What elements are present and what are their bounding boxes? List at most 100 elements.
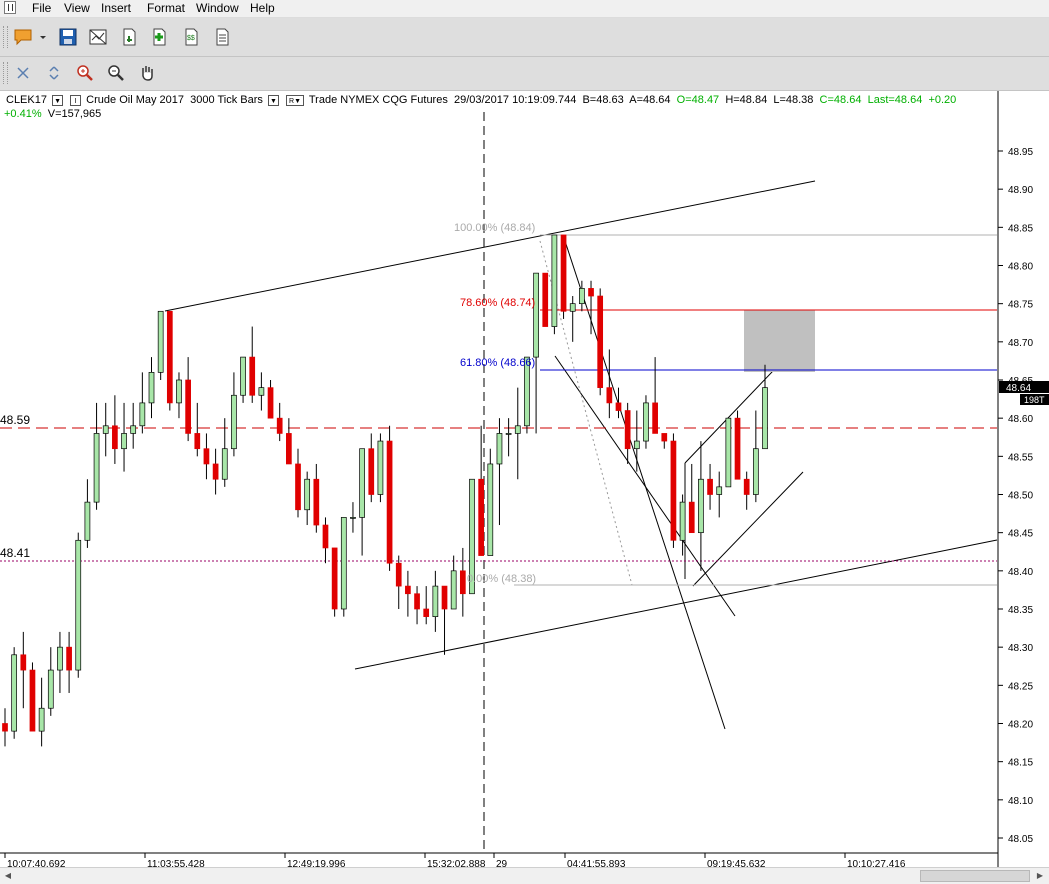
candle[interactable] [313, 463, 320, 533]
candle[interactable] [11, 647, 18, 739]
price-axis[interactable]: 48.9548.9048.8548.8048.7548.7048.6548.60… [998, 147, 1033, 845]
candle[interactable] [331, 547, 338, 617]
candle[interactable] [267, 380, 274, 419]
candle[interactable] [176, 372, 182, 419]
candle[interactable] [597, 288, 604, 396]
candle[interactable] [679, 494, 686, 556]
menu-format[interactable]: Format [147, 1, 185, 15]
menu-insert[interactable]: Insert [101, 1, 131, 15]
candle[interactable] [258, 372, 265, 411]
toolbar-grip[interactable] [3, 62, 8, 84]
app-icon[interactable] [4, 1, 16, 14]
candle[interactable] [38, 677, 45, 747]
candle[interactable] [350, 502, 356, 533]
menu-window[interactable]: Window [196, 1, 239, 15]
candle[interactable] [57, 631, 63, 693]
candle[interactable] [2, 708, 8, 747]
target-zone-box[interactable] [744, 310, 815, 372]
candle[interactable] [166, 310, 173, 411]
candle[interactable] [414, 586, 420, 625]
candle[interactable] [377, 433, 384, 503]
upper-channel-line[interactable] [164, 180, 816, 312]
candle[interactable] [112, 395, 118, 464]
chart-properties-icon[interactable] [87, 26, 109, 48]
save-icon[interactable] [57, 26, 79, 48]
candle[interactable] [249, 326, 256, 403]
candle[interactable] [66, 631, 72, 693]
candle[interactable] [432, 570, 439, 632]
scroll-right-icon[interactable]: ▶ [1034, 870, 1046, 882]
sticky-note-icon[interactable] [12, 26, 34, 48]
candle[interactable] [194, 402, 201, 457]
document-icon[interactable] [211, 26, 233, 48]
toolbar-grip[interactable] [3, 26, 8, 48]
menu-file[interactable]: File [32, 1, 51, 15]
candle[interactable] [84, 479, 91, 548]
candle[interactable] [551, 234, 558, 335]
candle[interactable] [734, 410, 741, 480]
candle[interactable] [542, 272, 549, 327]
candle[interactable] [340, 517, 347, 617]
candle[interactable] [661, 433, 668, 449]
candle[interactable] [743, 471, 750, 510]
candle[interactable] [322, 517, 329, 564]
zoom-in-icon[interactable] [74, 62, 96, 84]
candle[interactable] [569, 296, 576, 342]
candle[interactable] [624, 402, 631, 464]
candle[interactable] [752, 410, 759, 503]
candle[interactable] [203, 433, 210, 480]
candle[interactable] [240, 356, 246, 403]
add-indicator-icon[interactable] [148, 26, 170, 48]
candle[interactable] [698, 441, 704, 571]
candle[interactable] [478, 425, 484, 556]
candle[interactable] [505, 418, 512, 457]
candle[interactable] [386, 425, 393, 571]
menu-help[interactable]: Help [250, 1, 275, 15]
price-chart[interactable]: 100.00% (48.84) 78.60% (48.74) 61.80% (4… [0, 91, 1049, 867]
data-window-icon[interactable]: $$ [180, 26, 202, 48]
scroll-thumb[interactable] [920, 870, 1030, 882]
candle[interactable] [47, 647, 54, 716]
candle[interactable] [423, 586, 430, 625]
candle[interactable] [606, 349, 613, 419]
candle[interactable] [725, 417, 732, 488]
zoom-out-icon[interactable] [105, 62, 127, 84]
candle[interactable] [459, 547, 466, 617]
candle[interactable] [487, 448, 494, 556]
menu-view[interactable]: View [64, 1, 90, 15]
candle[interactable] [276, 402, 283, 442]
candle[interactable] [93, 402, 100, 510]
candle[interactable] [652, 357, 658, 434]
candle[interactable] [212, 448, 219, 495]
candle[interactable] [405, 570, 411, 617]
dropdown-arrow-icon[interactable] [36, 26, 50, 48]
candle[interactable] [579, 280, 585, 312]
hand-icon[interactable] [136, 62, 158, 84]
candle[interactable] [20, 631, 27, 709]
candle[interactable] [496, 418, 503, 526]
candle[interactable] [643, 395, 649, 449]
candle[interactable] [75, 532, 82, 678]
candle[interactable] [157, 310, 164, 380]
candle[interactable] [615, 387, 622, 419]
candle[interactable] [450, 555, 457, 610]
candle[interactable] [633, 410, 640, 472]
candle[interactable] [29, 662, 36, 732]
candle[interactable] [185, 357, 191, 442]
candle[interactable] [130, 402, 137, 449]
candle[interactable] [359, 448, 365, 556]
candle[interactable] [441, 585, 448, 655]
candle[interactable] [707, 463, 713, 510]
candle[interactable] [295, 448, 301, 518]
candle[interactable] [304, 471, 311, 526]
candle[interactable] [688, 463, 695, 534]
candle[interactable] [231, 372, 237, 457]
candle[interactable] [560, 234, 567, 319]
candle[interactable] [121, 402, 127, 472]
candle[interactable] [368, 433, 375, 503]
cursor-icon[interactable] [43, 62, 65, 84]
scroll-left-icon[interactable]: ◀ [2, 870, 14, 882]
candle[interactable] [139, 372, 146, 434]
crosshair-icon[interactable] [12, 62, 34, 84]
candle[interactable] [102, 402, 109, 457]
